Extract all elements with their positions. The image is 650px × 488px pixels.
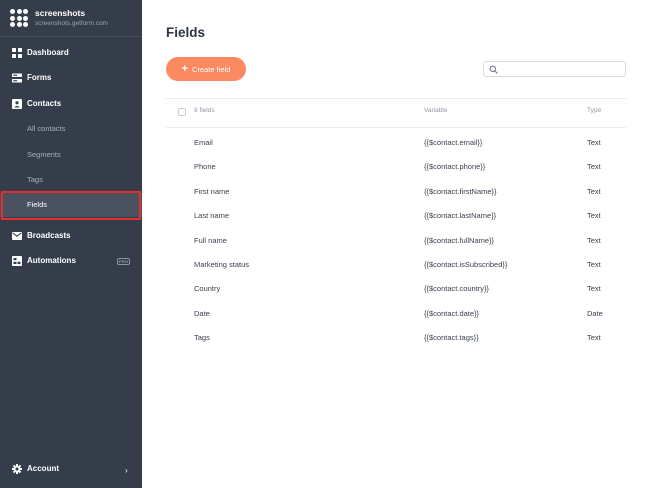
table-header-divider bbox=[166, 127, 626, 128]
chevron-right-icon[interactable]: › bbox=[125, 466, 128, 475]
field-type-cell: Text bbox=[587, 162, 601, 172]
field-type-cell: Text bbox=[587, 284, 601, 294]
nav-item-forms[interactable]: Forms bbox=[0, 66, 142, 90]
nav-item-broadcasts[interactable]: Broadcasts bbox=[0, 224, 142, 248]
field-variable-cell: {{$contact.lastName}} bbox=[424, 211, 497, 221]
table-row[interactable]: Full name {{$contact.fullName}} Text bbox=[166, 229, 626, 253]
field-name-cell: Tags bbox=[194, 333, 210, 343]
nav-label-all-contacts: All contacts bbox=[27, 124, 66, 133]
field-name-cell: Last name bbox=[194, 211, 230, 221]
forms-icon bbox=[12, 73, 22, 83]
field-variable-cell: {{$contact.date}} bbox=[424, 308, 480, 318]
field-name-cell: Email bbox=[194, 138, 213, 147]
contacts-icon bbox=[12, 99, 22, 109]
brand-logo bbox=[10, 9, 28, 27]
field-variable-cell: {{$contact.country}} bbox=[424, 284, 490, 294]
table-row[interactable]: Country {{$contact.country}} Text bbox=[166, 277, 626, 301]
sidebar: screenshots screenshots.getform.com Dash… bbox=[0, 0, 142, 488]
field-type-cell: Date bbox=[587, 308, 603, 318]
field-variable-cell: {{$contact.fullName}} bbox=[424, 235, 495, 245]
nav-item-segments[interactable]: Segments bbox=[0, 143, 142, 167]
field-type-cell: Text bbox=[587, 186, 601, 196]
fields-count: 9 fields bbox=[194, 107, 215, 114]
field-type-cell: Text bbox=[587, 235, 601, 245]
gear-icon bbox=[12, 464, 22, 474]
create-field-button[interactable]: + Create field bbox=[166, 57, 246, 81]
page-title: Fields bbox=[166, 25, 206, 40]
nav-label-account: Account bbox=[27, 464, 59, 473]
nav-label-contacts: Contacts bbox=[27, 99, 62, 108]
column-header-variable: Variable bbox=[424, 107, 448, 114]
nav-label-tags: Tags bbox=[27, 175, 43, 184]
table-row[interactable]: Last name {{$contact.lastName}} Text bbox=[166, 204, 626, 228]
plus-icon: + bbox=[181, 62, 189, 75]
main-content: Fields + Create field 9 fields Variable … bbox=[142, 0, 650, 488]
field-name-cell: Country bbox=[194, 284, 221, 294]
field-variable-cell: {{$contact.firstName}} bbox=[424, 186, 497, 196]
select-all-checkbox[interactable] bbox=[178, 108, 186, 116]
nav-label-dashboard: Dashboard bbox=[27, 48, 69, 57]
broadcasts-icon bbox=[12, 232, 22, 240]
field-type-cell: Text bbox=[587, 260, 601, 269]
nav-item-all-contacts[interactable]: All contacts bbox=[0, 117, 142, 141]
field-name-cell: Marketing status bbox=[194, 260, 250, 269]
field-type-cell: Text bbox=[587, 333, 601, 343]
workspace-switcher[interactable]: screenshots screenshots.getform.com bbox=[0, 0, 142, 37]
field-variable-cell: {{$contact.email}} bbox=[424, 138, 483, 147]
table-row[interactable]: Marketing status {{$contact.isSubscribed}… bbox=[166, 253, 626, 277]
field-name-cell: First name bbox=[194, 186, 230, 196]
column-header-type: Type bbox=[587, 107, 602, 114]
dashboard-icon bbox=[12, 48, 22, 58]
pro-badge: PRO bbox=[117, 258, 130, 265]
field-variable-cell: {{$contact.isSubscribed}} bbox=[424, 260, 508, 269]
nav-label-automations: Automations bbox=[27, 256, 76, 265]
field-name-cell: Full name bbox=[194, 235, 227, 245]
nav-label-forms: Forms bbox=[27, 73, 52, 82]
workspace-name: screenshots bbox=[35, 8, 86, 18]
nav-label-segments: Segments bbox=[27, 150, 61, 159]
selection-highlight bbox=[1, 191, 141, 220]
nav-label-broadcasts: Broadcasts bbox=[27, 231, 71, 240]
table-row[interactable]: First name {{$contact.firstName}} Text bbox=[166, 180, 626, 204]
nav-item-contacts[interactable]: Contacts bbox=[0, 92, 142, 116]
table-row[interactable]: Email {{$contact.email}} Text bbox=[166, 131, 626, 155]
nav-item-account[interactable]: Account bbox=[0, 457, 142, 481]
search-input[interactable] bbox=[483, 61, 626, 77]
table-row[interactable]: Date {{$contact.date}} Date bbox=[166, 302, 626, 326]
table-row[interactable]: Phone {{$contact.phone}} Text bbox=[166, 155, 626, 179]
automations-icon bbox=[12, 256, 22, 266]
field-name-cell: Date bbox=[194, 308, 210, 318]
field-type-cell: Text bbox=[587, 138, 601, 147]
create-field-label: Create field bbox=[192, 64, 231, 74]
table-top-divider bbox=[166, 98, 626, 99]
search-icon bbox=[489, 65, 498, 74]
table-row[interactable]: Tags {{$contact.tags}} Text bbox=[166, 326, 626, 350]
nav-item-dashboard[interactable]: Dashboard bbox=[0, 41, 142, 65]
nav-item-tags[interactable]: Tags bbox=[0, 168, 142, 192]
field-variable-cell: {{$contact.phone}} bbox=[424, 162, 486, 172]
field-type-cell: Text bbox=[587, 211, 601, 221]
workspace-domain: screenshots.getform.com bbox=[35, 20, 108, 27]
field-variable-cell: {{$contact.tags}} bbox=[424, 333, 479, 343]
field-name-cell: Phone bbox=[194, 162, 216, 172]
